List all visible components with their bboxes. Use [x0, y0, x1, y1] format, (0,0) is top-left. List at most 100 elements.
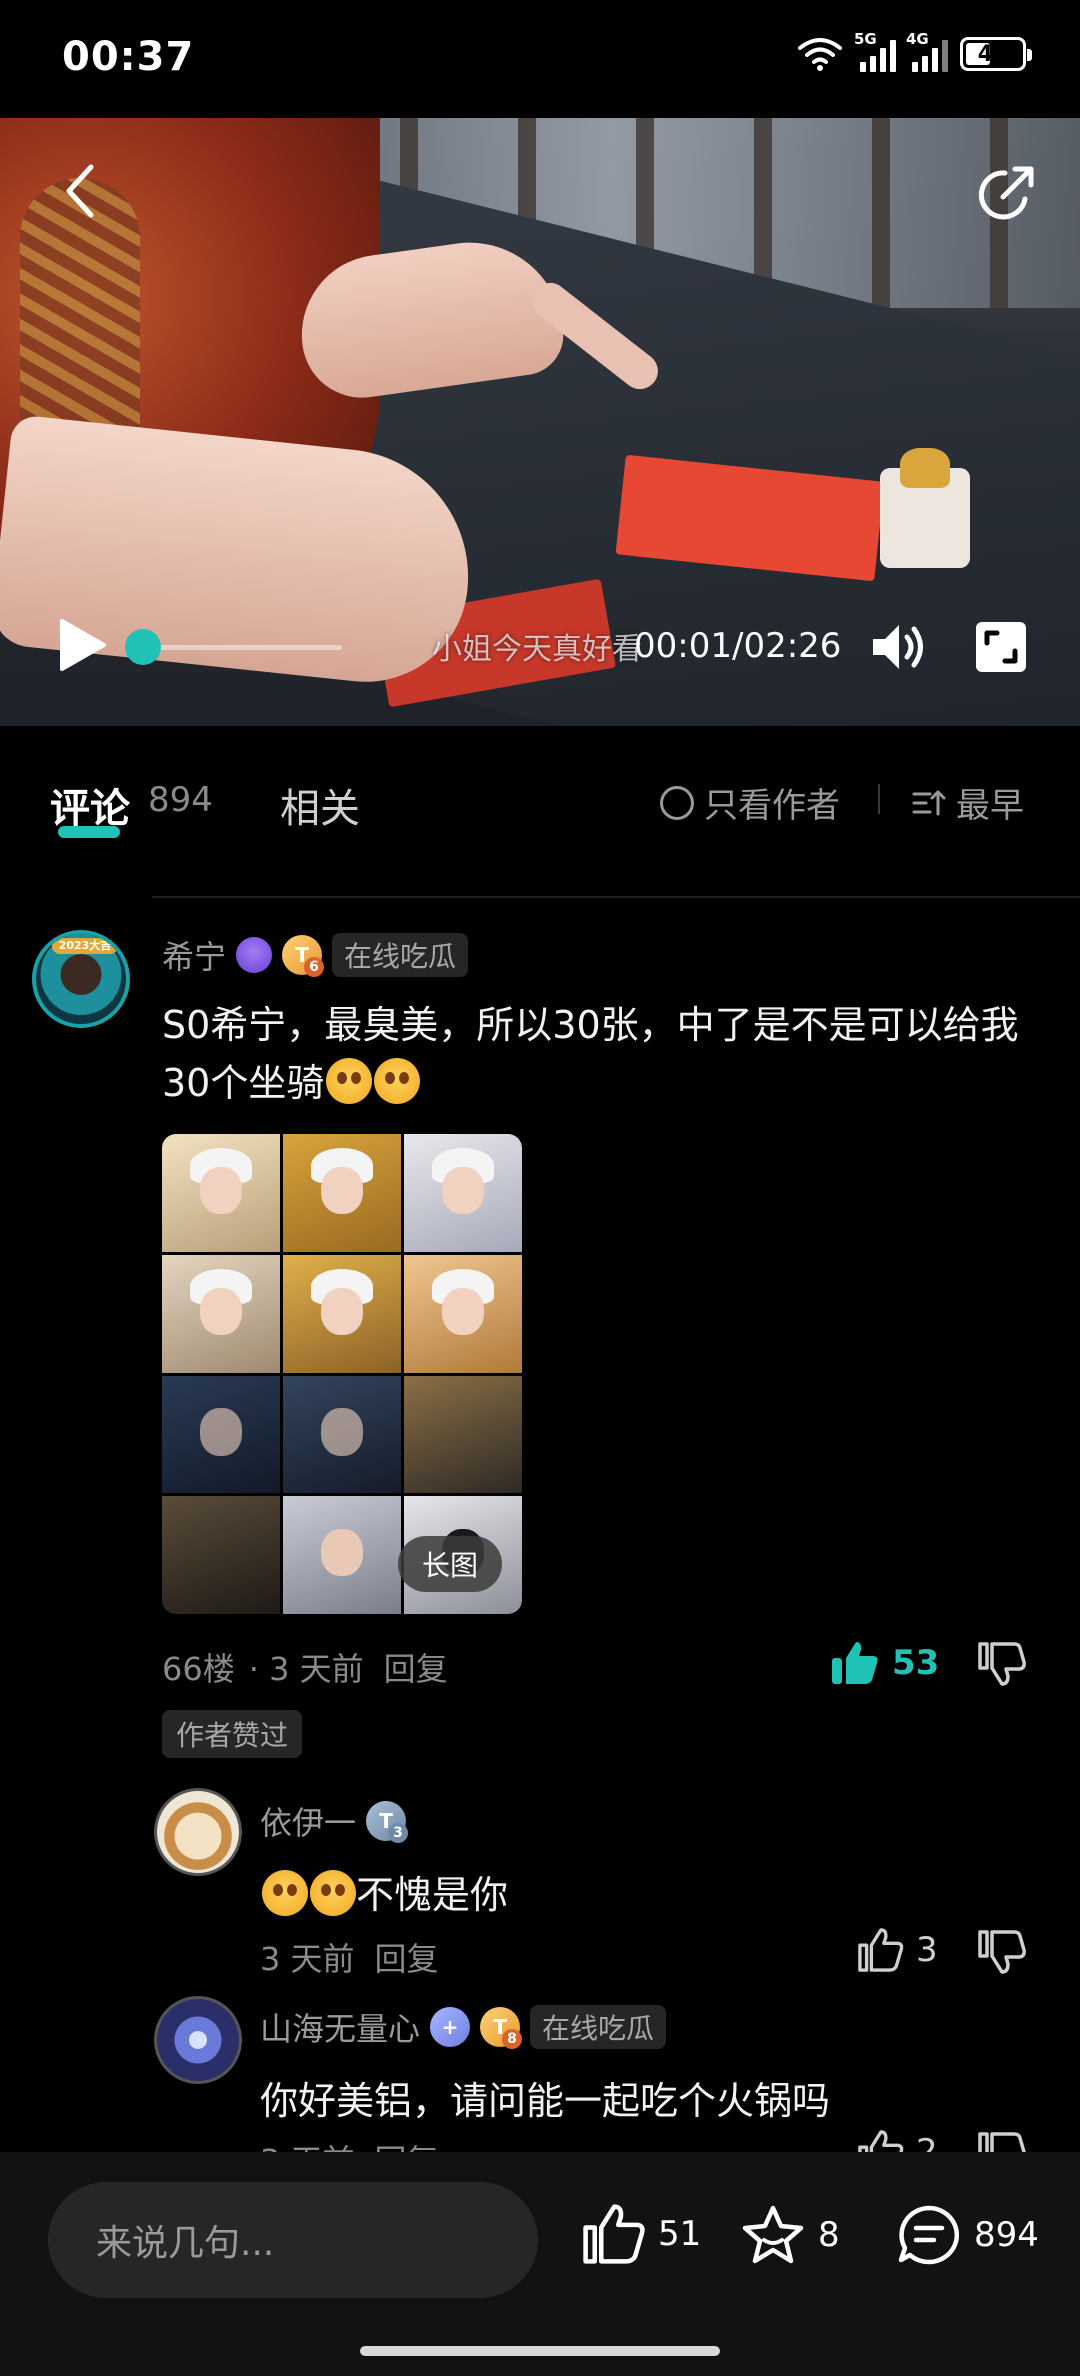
level-badge: T8 [480, 2007, 523, 2049]
home-indicator[interactable] [360, 2346, 720, 2356]
like-count: 51 [658, 2214, 702, 2254]
share-icon [978, 166, 1034, 220]
progress-bar[interactable] [142, 645, 342, 650]
play-icon [60, 619, 106, 671]
long-image-label: 长图 [398, 1536, 502, 1592]
fullscreen-button[interactable] [968, 614, 1034, 680]
avatar[interactable] [154, 1996, 242, 2084]
like-button[interactable]: 3 [856, 1928, 938, 1972]
progress-handle[interactable] [125, 629, 161, 665]
sort-label: 最早 [956, 786, 1024, 826]
danmaku-text: 小姐今天真好看 [432, 632, 642, 667]
avatar[interactable]: 2023大吉 [32, 930, 130, 1028]
like-count: 3 [916, 1930, 938, 1970]
thumbs-up-icon [858, 1928, 904, 1972]
volume-icon [873, 625, 923, 669]
share-button[interactable] [972, 158, 1044, 230]
thumbs-up-filled-icon [832, 1642, 878, 1684]
wifi-icon [798, 38, 842, 71]
reply-button[interactable]: 回复 [375, 1934, 439, 1980]
dislike-button[interactable] [976, 1928, 1026, 1978]
comment-count: 894 [974, 2215, 1039, 2255]
author-only-label: 只看作者 [704, 786, 840, 826]
like-video-button[interactable]: 51 [580, 2204, 701, 2264]
grid-image[interactable] [404, 1375, 522, 1494]
reply-text: 不愧是你 [260, 1864, 508, 1919]
radio-icon [660, 785, 694, 820]
status-bar: 00:37 5G 4G 44 [0, 0, 1080, 118]
grid-image[interactable] [162, 1134, 280, 1252]
avatar-frame-tag: 2023大吉 [52, 938, 118, 954]
level-badge: T6 [282, 935, 325, 977]
grid-image[interactable] [283, 1375, 401, 1494]
grid-image[interactable] [404, 1134, 522, 1252]
username[interactable]: 依伊一 [260, 1798, 356, 1844]
bottom-action-bar: 来说几句... 51 8 894 [0, 2152, 1080, 2376]
grid-image[interactable] [283, 1496, 401, 1614]
emoji-icon [326, 1058, 373, 1104]
battery-text: 44 [977, 41, 1009, 67]
play-button[interactable] [48, 612, 114, 678]
grid-image[interactable] [404, 1254, 522, 1373]
emoji-icon [310, 1870, 356, 1916]
comments-button[interactable]: 894 [896, 2204, 1039, 2266]
comment-bubble-icon [898, 2205, 960, 2265]
grid-image[interactable] [283, 1134, 401, 1252]
avatar[interactable] [154, 1788, 242, 1876]
member-badge-icon [236, 937, 273, 973]
reply-time: 3 天前 [260, 1940, 355, 1978]
tab-indicator [58, 826, 120, 838]
like-count: 53 [892, 1643, 940, 1683]
floor-number: 66楼 [162, 1650, 235, 1688]
tab-related[interactable]: 相关 [280, 776, 360, 834]
author-only-toggle[interactable]: 只看作者 [660, 778, 840, 827]
back-icon [66, 164, 94, 218]
username[interactable]: 山海无量心 [260, 2004, 420, 2050]
grid-image[interactable] [162, 1496, 280, 1614]
status-time: 00:37 [62, 34, 195, 80]
star-icon [742, 2205, 804, 2264]
user-tag: 在线吃瓜 [332, 933, 469, 977]
emoji-icon [374, 1058, 421, 1104]
favorite-button[interactable]: 8 [740, 2204, 840, 2266]
comment-time: · 3 天前 [248, 1650, 364, 1688]
battery-icon: 44 [960, 37, 1032, 71]
reply-text: 你好美铝，请问能一起吃个火锅吗 [260, 2079, 831, 2123]
comment-input[interactable]: 来说几句... [48, 2182, 538, 2298]
reply-meta: 3 天前 回复 [260, 1934, 439, 1980]
emoji-icon [262, 1870, 308, 1916]
follower-badge-icon: + [430, 2007, 471, 2047]
divider [878, 784, 880, 814]
comment-header: 希宁 T6 在线吃瓜 [162, 932, 469, 978]
like-button[interactable]: 53 [830, 1640, 939, 1686]
reply-button[interactable]: 回复 [384, 1644, 448, 1690]
fullscreen-icon [976, 622, 1026, 672]
volume-button[interactable] [866, 614, 932, 680]
comment-text: S0希宁，最臭美，所以30张，中了是不是可以给我30个坐骑 [162, 1003, 1019, 1105]
grid-image[interactable] [283, 1254, 401, 1373]
grid-image[interactable] [162, 1375, 280, 1494]
dislike-button[interactable] [976, 1640, 1026, 1690]
reply-header: 依伊一 T3 [260, 1798, 409, 1844]
sort-icon [912, 790, 946, 815]
favorite-count: 8 [818, 2215, 840, 2255]
thumbs-down-icon [978, 1930, 1026, 1974]
thumbs-down-icon [978, 1642, 1026, 1686]
signal-5g-icon: 5G [854, 30, 896, 72]
author-liked-badge: 作者赞过 [162, 1710, 303, 1758]
sort-button[interactable]: 最早 [912, 778, 1024, 827]
username[interactable]: 希宁 [162, 932, 226, 978]
status-icons: 5G 4G 44 [796, 30, 1032, 72]
grid-image[interactable] [162, 1254, 280, 1373]
back-button[interactable] [48, 158, 114, 224]
thumbs-up-icon [583, 2204, 645, 2264]
signal-4g-icon: 4G [906, 30, 948, 72]
video-time: 00:01/02:26 [634, 626, 842, 666]
divider [152, 896, 1080, 898]
user-tag: 在线吃瓜 [530, 2005, 667, 2049]
tab-bar: 评论 894 相关 只看作者 最早 [0, 726, 1080, 892]
level-badge: T3 [366, 1801, 409, 1843]
comment-meta: 66楼 · 3 天前 回复 [162, 1644, 448, 1690]
comment-count: 894 [148, 780, 213, 820]
reply-header: 山海无量心 + T8 在线吃瓜 [260, 2004, 667, 2050]
